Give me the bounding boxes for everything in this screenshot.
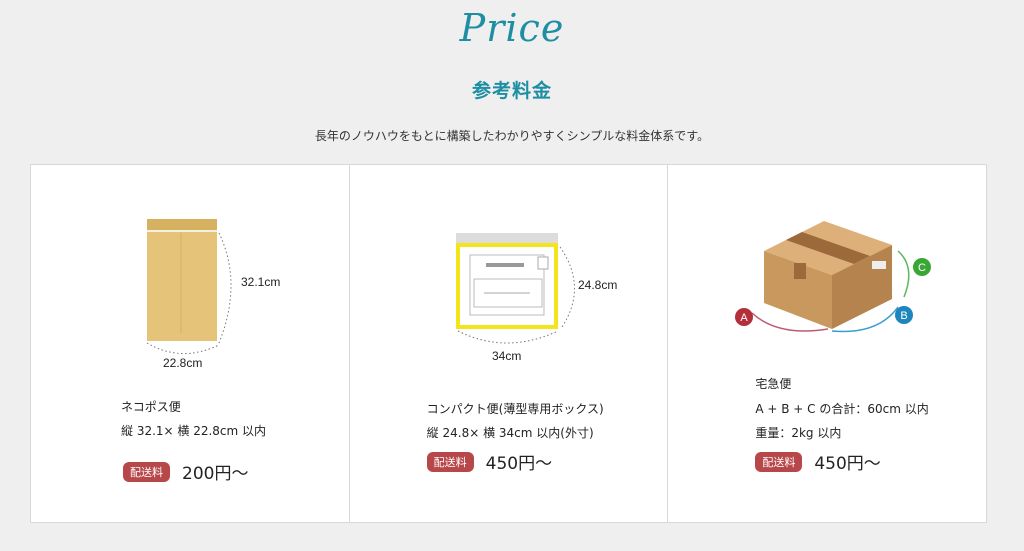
card-spec: A + B + C の合計：60cm 以内 [755,402,929,416]
cardboard-box-illustration: A B C [735,221,932,333]
height-dim-label: 24.8cm [578,278,617,292]
label-b: B [901,310,908,322]
card-nekopos: 32.1cm 22.8cm ネコポス便 縦 32.1× 横 22.8cm 以内 … [31,165,350,522]
price-value: 450円〜 [814,454,881,474]
card-compact: 24.8cm 34cm コンパクト便(薄型専用ボックス) 縦 24.8× 横 3… [350,165,669,522]
price-cards: 32.1cm 22.8cm ネコポス便 縦 32.1× 横 22.8cm 以内 … [30,164,987,523]
envelope-body [147,219,217,341]
dim-c-arc [897,250,910,298]
envelope-illustration: 32.1cm 22.8cm [146,219,280,370]
shipping-fee-badge: 配送料 [123,461,170,482]
shipping-fee-badge: 配送料 [755,451,803,472]
page-title: 参考料金 [471,80,552,102]
price-value: 450円〜 [485,454,553,474]
card-spec: 縦 32.1× 横 22.8cm 以内 [121,424,267,438]
shipping-fee-badge: 配送料 [426,451,474,472]
price-script-title: Price [459,6,565,50]
width-dim-arc [457,330,558,344]
card-takkyubin: A B C 宅急便 A + B + C の合計：60cm 以内 重量：2kg 以… [668,165,986,522]
width-dim-label: 34cm [492,349,521,363]
card-spec: 縦 24.8× 横 34cm 以内(外寸) [426,426,594,440]
card-name: 宅急便 [755,377,792,391]
card-name: コンパクト便(薄型専用ボックス) [426,402,604,416]
compact-label-bar [485,263,524,267]
envelope-flap [147,219,217,231]
price-row: 配送料 200円〜 [123,459,248,484]
label-c: C [918,262,926,274]
label-a: A [741,312,749,324]
height-dim-arc [559,246,575,328]
box-tape-front [794,263,807,279]
price-row: 配送料 450円〜 [755,449,881,474]
lead-text: 長年のノウハウをもとに構築したわかりやすくシンプルな料金体系です。 [314,129,710,143]
height-dim-arc [218,232,232,344]
price-value: 200円〜 [182,464,249,484]
compact-stamp [537,256,549,270]
box-shipping-label [872,261,887,269]
height-dim-label: 32.1cm [241,275,280,289]
width-dim-arc [146,342,220,354]
compact-box-illustration: 24.8cm 34cm [455,233,617,363]
card-name: ネコポス便 [121,400,181,414]
card-weight: 重量：2kg 以内 [755,426,842,440]
width-dim-label: 22.8cm [163,356,202,370]
price-row: 配送料 450円〜 [426,449,553,474]
